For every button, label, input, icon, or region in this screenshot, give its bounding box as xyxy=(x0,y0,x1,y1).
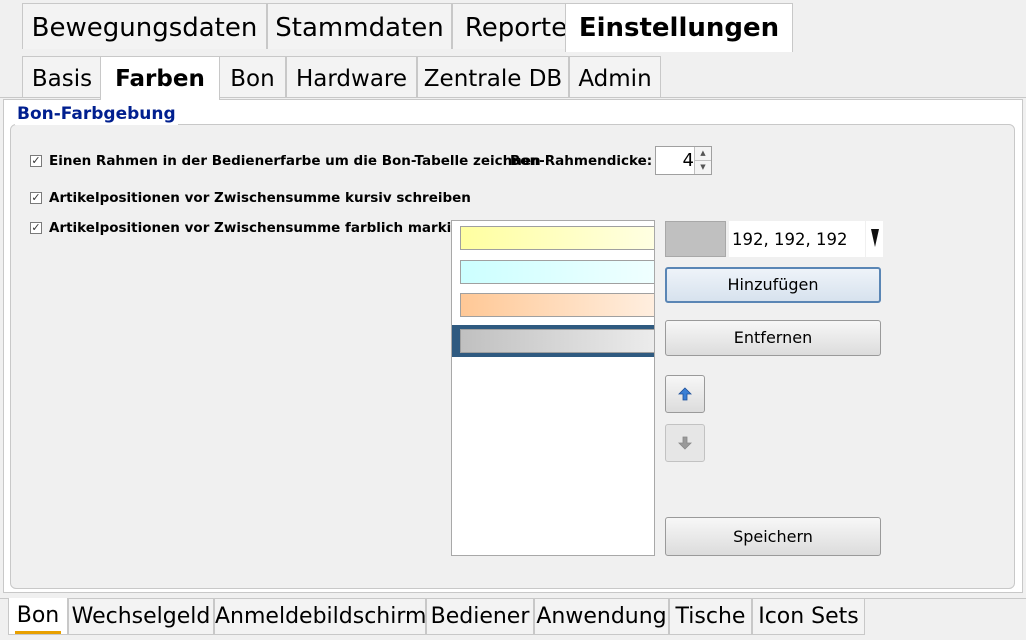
tab-bewegungsdaten[interactable]: Bewegungsdaten xyxy=(22,3,267,49)
bottom-tab-anmeldebildschirm[interactable]: Anmeldebildschirm xyxy=(214,599,426,635)
color-preview-swatch xyxy=(665,221,726,257)
checkbox-frame-label: Einen Rahmen in der Bedienerfarbe um die… xyxy=(49,153,541,169)
spinner-up-icon[interactable]: ▲ xyxy=(695,147,711,161)
border-thickness-spinner[interactable]: 4 ▲ ▼ xyxy=(655,146,712,175)
checkbox-color[interactable]: ✓ xyxy=(30,222,42,234)
add-button[interactable]: Hinzufügen xyxy=(665,267,881,303)
save-button[interactable]: Speichern xyxy=(665,517,881,556)
checkbox-frame[interactable]: ✓ xyxy=(30,155,42,167)
arrow-up-icon xyxy=(678,387,692,401)
move-up-button[interactable] xyxy=(665,375,705,413)
subtab-admin[interactable]: Admin xyxy=(569,56,661,98)
subtab-bon[interactable]: Bon xyxy=(219,56,286,98)
border-thickness-value[interactable]: 4 xyxy=(656,147,694,174)
move-down-button[interactable] xyxy=(665,424,705,462)
color-list-item[interactable] xyxy=(460,226,654,250)
subtab-farben[interactable]: Farben xyxy=(100,56,220,100)
color-list[interactable] xyxy=(451,220,655,556)
subtab-zentrale-db[interactable]: Zentrale DB xyxy=(417,56,569,98)
color-list-item[interactable] xyxy=(460,293,654,317)
subtab-basis[interactable]: Basis xyxy=(22,56,102,98)
bottom-tab-wechselgeld[interactable]: Wechselgeld xyxy=(68,599,214,635)
bottom-tab-bon-label: Bon xyxy=(16,603,60,628)
checkbox-italic-label: Artikelpositionen vor Zwischensumme kurs… xyxy=(49,190,471,206)
border-thickness-label: Bon-Rahmendicke: xyxy=(510,153,653,169)
remove-button[interactable]: Entfernen xyxy=(665,320,881,356)
bottom-tab-icon-sets[interactable]: Icon Sets xyxy=(752,599,865,635)
spinner-buttons: ▲ ▼ xyxy=(694,147,711,174)
bottom-tab-bediener[interactable]: Bediener xyxy=(426,599,534,635)
group-title: Bon-Farbgebung xyxy=(15,103,178,125)
active-tab-underline xyxy=(15,631,61,634)
checkbox-color-label: Artikelpositionen vor Zwischensumme farb… xyxy=(49,220,486,236)
tab-reporte[interactable]: Reporte xyxy=(452,3,580,49)
subtab-hardware[interactable]: Hardware xyxy=(286,56,417,98)
color-value-field[interactable]: 192, 192, 192 xyxy=(729,221,865,257)
color-list-item[interactable] xyxy=(460,260,654,284)
chevron-down-icon[interactable] xyxy=(866,221,883,257)
arrow-down-icon xyxy=(678,436,692,450)
bottom-tab-tische[interactable]: Tische xyxy=(669,599,752,635)
tab-stammdaten[interactable]: Stammdaten xyxy=(267,3,452,49)
tab-einstellungen[interactable]: Einstellungen xyxy=(565,3,793,52)
bottom-tab-bon[interactable]: Bon xyxy=(8,598,68,635)
checkbox-italic[interactable]: ✓ xyxy=(30,192,42,204)
color-list-item[interactable] xyxy=(460,329,654,353)
spinner-down-icon[interactable]: ▼ xyxy=(695,161,711,174)
bottom-tab-anwendung[interactable]: Anwendung xyxy=(534,599,669,635)
